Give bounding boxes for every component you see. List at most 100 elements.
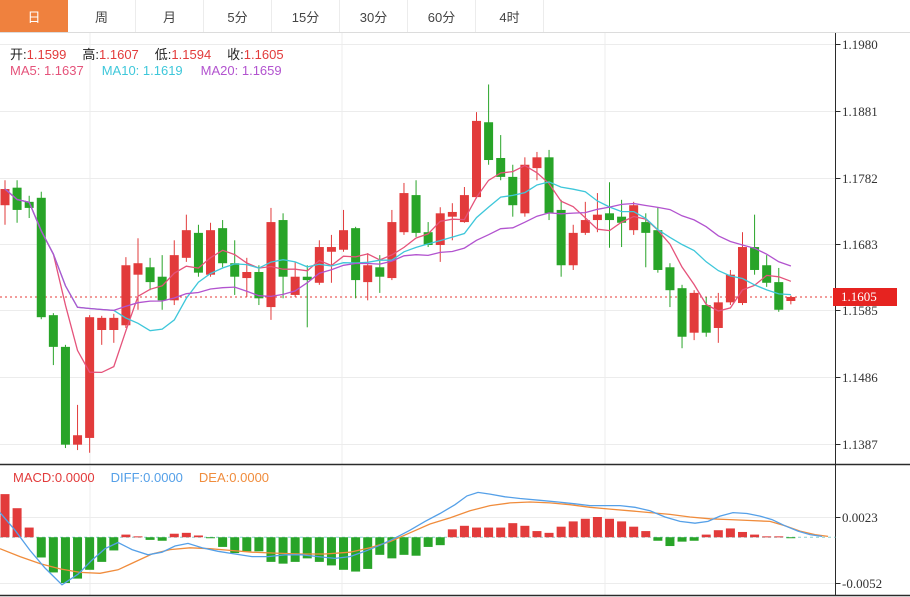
candle-body <box>520 165 529 214</box>
macd-bar <box>508 523 517 537</box>
candle-body <box>653 230 662 270</box>
macd-bar <box>25 528 34 538</box>
tab-4hour[interactable]: 4时 <box>476 0 544 32</box>
macd-bar <box>569 521 578 537</box>
candle-body <box>508 177 517 205</box>
macd-bar <box>726 528 735 537</box>
candle-body <box>49 315 58 347</box>
candle-body <box>218 228 227 263</box>
macd-bar <box>520 526 529 537</box>
timeframe-tabbar: 日 周 月 5分 15分 30分 60分 4时 <box>0 0 910 33</box>
ma-legend: MA5: 1.1637MA10: 1.1619MA20: 1.1659 <box>10 63 300 78</box>
macd-bar <box>146 537 155 540</box>
macd-bar <box>158 537 167 541</box>
ohlc-legend: 开:1.1599高:1.1607低:1.1594收:1.1605 <box>10 44 300 63</box>
macd-bar <box>61 537 70 583</box>
macd-bar <box>665 537 674 546</box>
macd-bar <box>399 537 408 555</box>
macd-bar <box>182 533 191 537</box>
candle-body <box>605 213 614 220</box>
candle-body <box>472 121 481 197</box>
trading-chart-app: 日 周 月 5分 15分 30分 60分 4时 开:1.1599高:1.1607… <box>0 0 910 597</box>
macd-bar <box>254 537 263 551</box>
candle-body <box>363 265 372 282</box>
macd-bar <box>133 536 142 537</box>
macd-bar <box>194 535 203 537</box>
candle-body <box>85 317 94 438</box>
macd-bar <box>774 536 783 537</box>
candle-body <box>351 228 360 280</box>
y-axis-label: 0.0023 <box>842 510 878 526</box>
macd-bar <box>629 527 638 538</box>
candle-body <box>146 267 155 282</box>
candle-body <box>194 233 203 273</box>
macd-bar <box>121 535 130 538</box>
y-axis-label: -0.0052 <box>842 576 882 592</box>
y-axis-label: 1.1881 <box>842 104 878 120</box>
candle-body <box>569 233 578 265</box>
macd-bar <box>653 537 662 541</box>
macd-bar <box>424 537 433 547</box>
candle-body <box>774 282 783 310</box>
low-value: 1.1594 <box>171 47 211 62</box>
candle-body <box>375 267 384 276</box>
candle-body <box>109 318 118 330</box>
macd-bar <box>242 537 251 551</box>
tab-day[interactable]: 日 <box>0 0 68 32</box>
tab-month[interactable]: 月 <box>136 0 204 32</box>
y-axis-label: 1.1782 <box>842 171 878 187</box>
candle-body <box>702 305 711 333</box>
diff-value: DIFF:0.0000 <box>111 470 183 485</box>
low-label: 低: <box>155 47 172 62</box>
macd-bar <box>714 530 723 537</box>
macd-bar <box>605 519 614 537</box>
candle-body <box>484 122 493 160</box>
macd-bar <box>762 536 771 537</box>
tab-60min[interactable]: 60分 <box>408 0 476 32</box>
candle-body <box>206 230 215 275</box>
candle-body <box>532 157 541 168</box>
candle-body <box>73 435 82 444</box>
macd-bar <box>581 519 590 537</box>
macd-bar <box>532 531 541 537</box>
candle-body <box>665 267 674 290</box>
macd-bar <box>690 537 699 541</box>
macd-bar <box>617 521 626 537</box>
diff-line <box>0 492 822 584</box>
candle-body <box>182 230 191 258</box>
tab-15min[interactable]: 15分 <box>272 0 340 32</box>
candle-body <box>762 265 771 283</box>
macd-bar <box>496 528 505 538</box>
candle-body <box>37 198 46 317</box>
macd-bar <box>412 537 421 555</box>
macd-bar <box>750 535 759 538</box>
current-price-tag: 1.1605 <box>833 288 897 306</box>
macd-bar <box>472 528 481 538</box>
close-label: 收: <box>227 47 244 62</box>
open-value: 1.1599 <box>27 47 67 62</box>
candle-body <box>133 263 142 274</box>
macd-bar <box>315 537 324 562</box>
ma20-legend: MA20: 1.1659 <box>201 63 282 78</box>
macd-bar <box>702 535 711 538</box>
macd-bar <box>170 534 179 538</box>
macd-bar <box>484 528 493 538</box>
candlestick-chart-canvas[interactable] <box>0 0 910 597</box>
tab-week[interactable]: 周 <box>68 0 136 32</box>
macd-bar <box>557 527 566 538</box>
macd-bar <box>545 533 554 537</box>
macd-bar <box>37 537 46 557</box>
candle-body <box>678 288 687 337</box>
candle-body <box>690 293 699 333</box>
candle-body <box>97 318 106 330</box>
macd-bar <box>738 532 747 537</box>
candle-body <box>496 158 505 177</box>
candle-body <box>158 277 167 301</box>
tab-5min[interactable]: 5分 <box>204 0 272 32</box>
macd-bar <box>593 517 602 537</box>
macd-legend: MACD:0.0000DIFF:0.0000DEA:0.0000 <box>13 470 285 485</box>
tab-30min[interactable]: 30分 <box>340 0 408 32</box>
candle-body <box>557 210 566 265</box>
y-axis-label: 1.1387 <box>842 437 878 453</box>
high-value: 1.1607 <box>99 47 139 62</box>
